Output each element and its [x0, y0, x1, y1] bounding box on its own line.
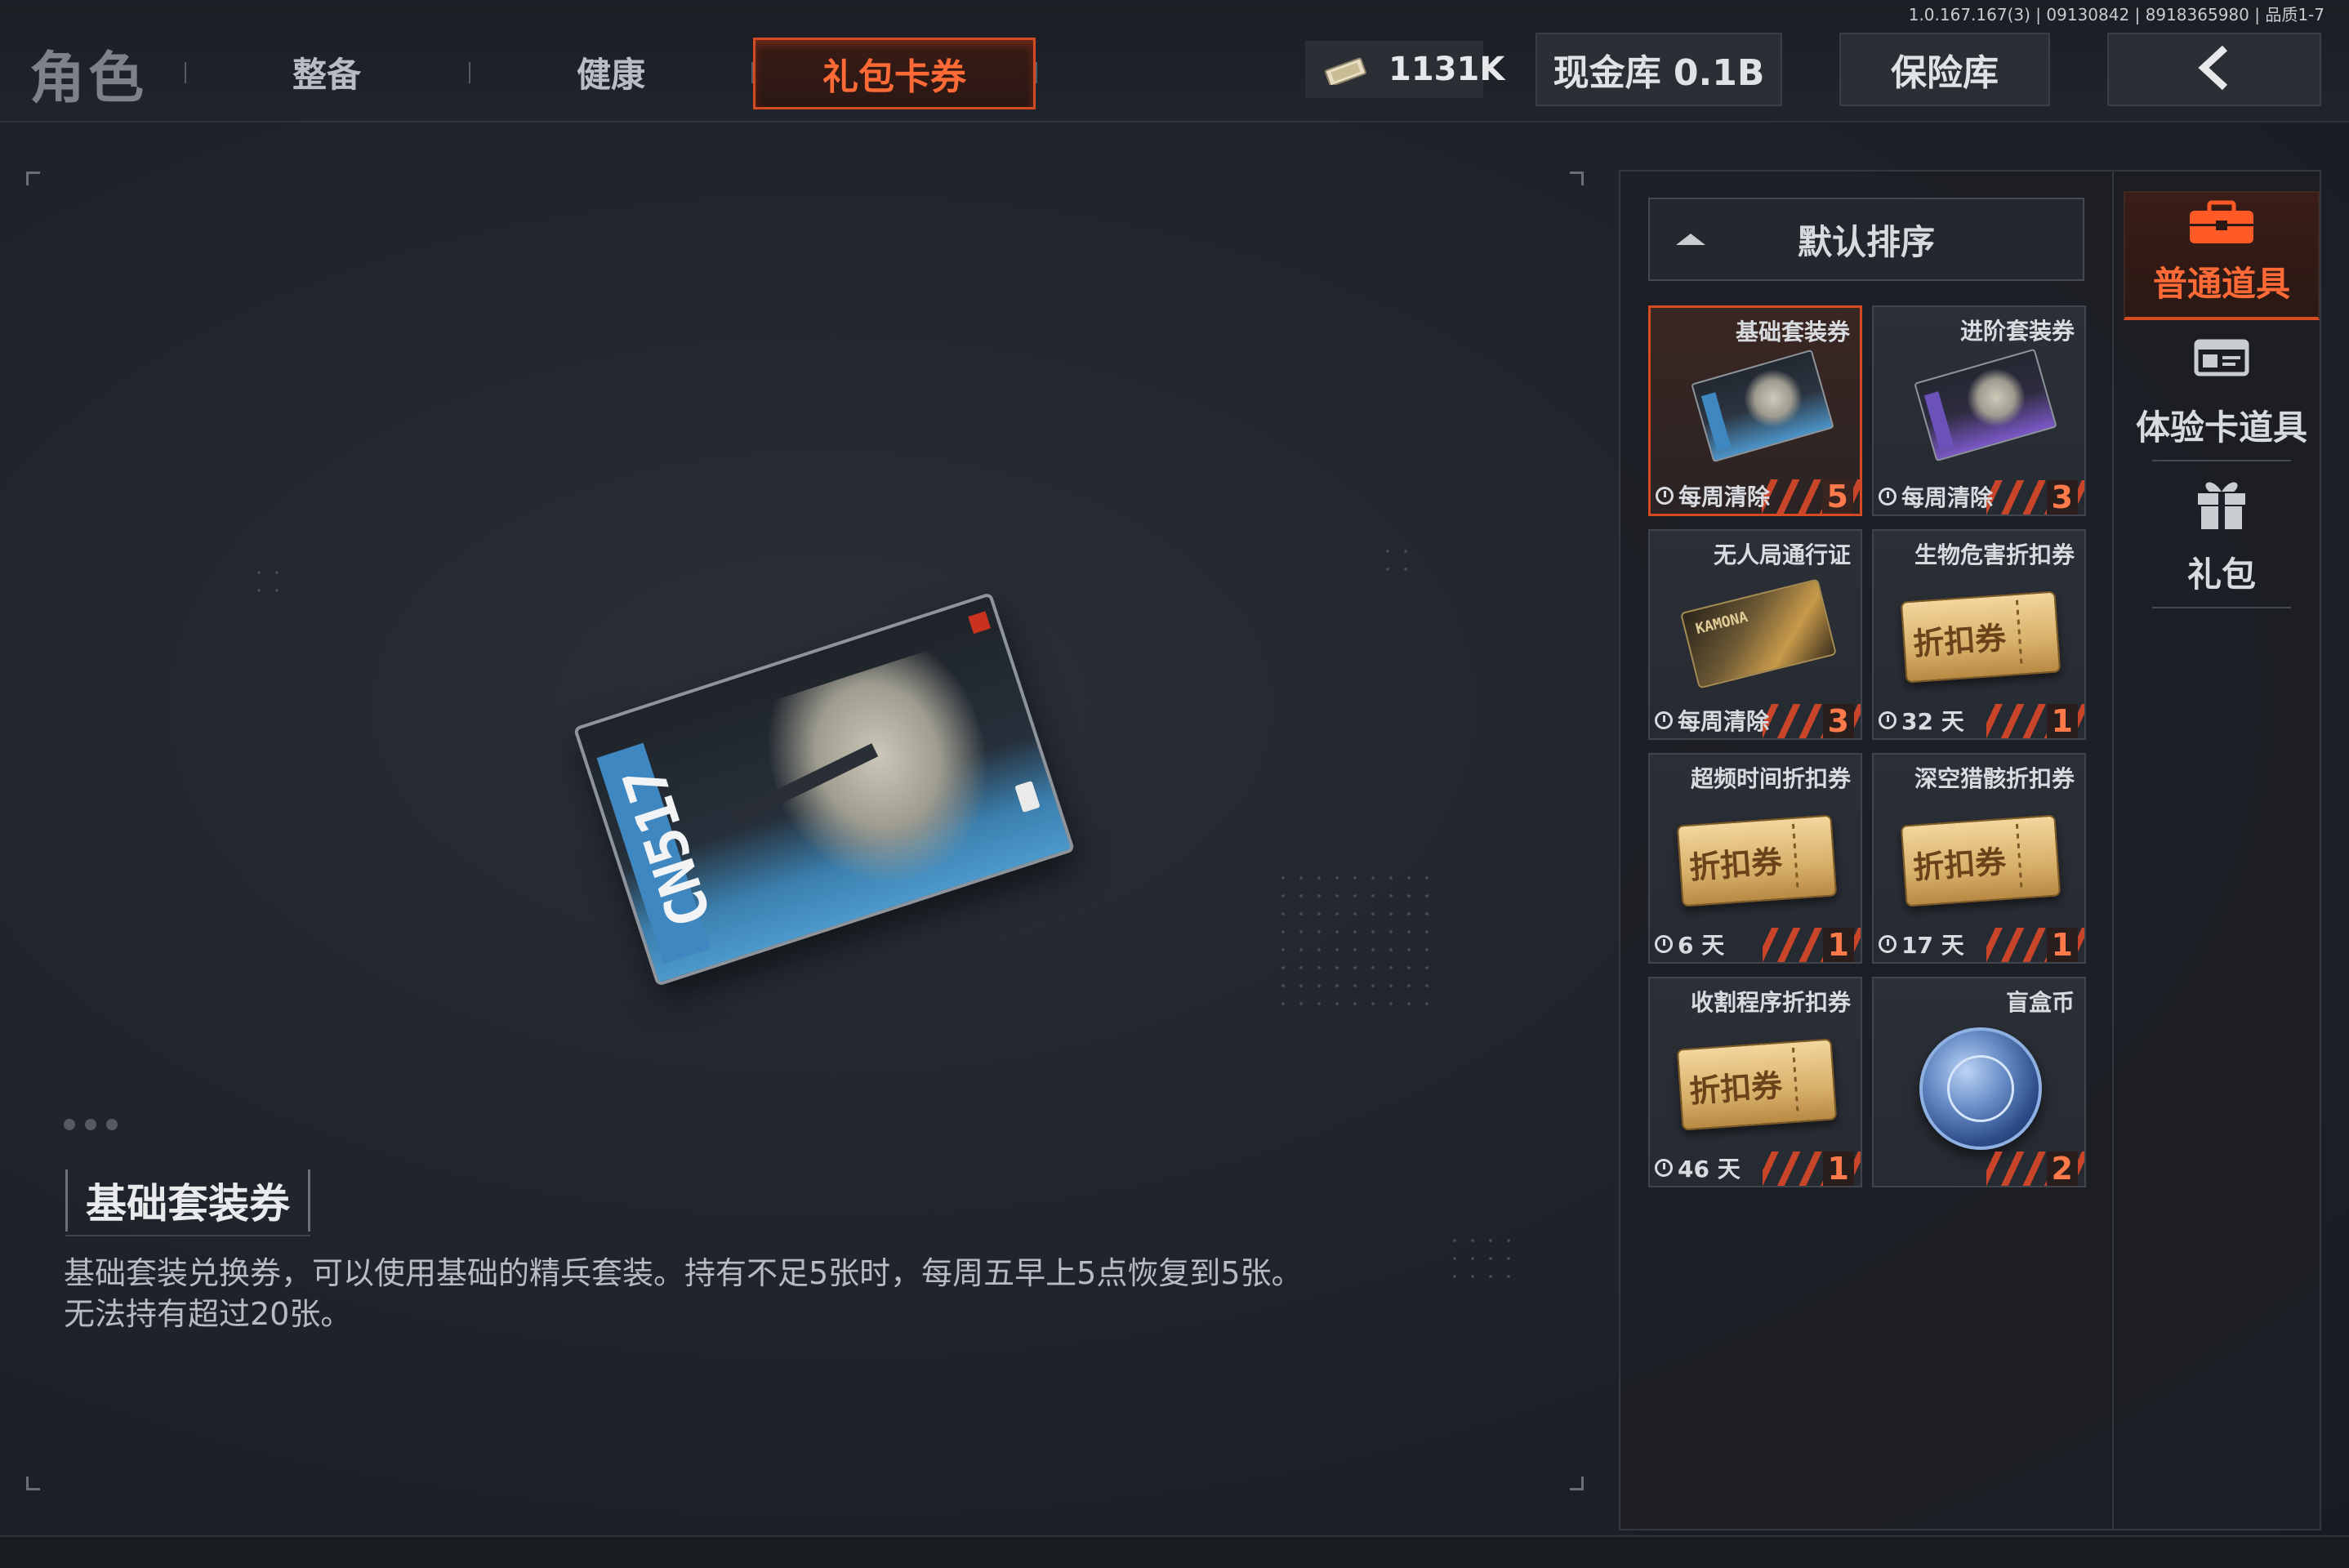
selected-item-description: 基础套装兑换券，可以使用基础的精兵套装。持有不足5张时，每周五早上5点恢复到5张…	[64, 1255, 1303, 1332]
item-slot-overclock-coupon[interactable]: 折扣券 超频时间折扣券 6 天 1	[1648, 753, 1862, 964]
clock-icon	[1879, 488, 1897, 506]
category-label: 体验卡道具	[2135, 408, 2307, 448]
corner-mark	[1570, 172, 1584, 185]
item-name: 超频时间折扣券	[1690, 765, 1851, 792]
decor-dots	[1274, 869, 1437, 1008]
tab-equip[interactable]: 整备	[292, 47, 361, 97]
card-tag	[1014, 780, 1041, 813]
category-underline	[2152, 460, 2291, 461]
category-label: 普通道具	[2152, 264, 2290, 304]
clock-icon	[1655, 711, 1673, 729]
clock-icon	[1655, 1159, 1673, 1177]
item-name: 进阶套装券	[1959, 318, 2075, 345]
coupon-ticket-icon: 折扣券	[1676, 1038, 1838, 1131]
clock-icon	[1879, 711, 1897, 729]
kit-card-icon	[1691, 349, 1834, 463]
pass-ticket-icon: KAMONA	[1679, 578, 1838, 689]
banknote-icon	[1322, 56, 1371, 87]
tab-gift-coupons[interactable]: 礼包卡券	[753, 38, 1036, 109]
item-count: 1	[1822, 928, 1854, 962]
pager-dots	[64, 1119, 118, 1130]
item-name: 盲盒币	[2005, 989, 2075, 1016]
tab-health[interactable]: 健康	[577, 47, 645, 97]
caret-up-icon	[1676, 234, 1705, 245]
item-slot-deep-space-coupon[interactable]: 折扣券 深空猎骸折扣券 17 天 1	[1872, 753, 2086, 964]
corner-mark	[26, 1477, 40, 1490]
decor-dots	[1446, 1232, 1518, 1289]
item-timer: 32 天	[1879, 704, 1964, 737]
coin-icon	[1919, 1027, 2042, 1150]
item-name: 基础套装券	[1735, 318, 1850, 345]
sort-label: 默认排序	[1797, 221, 1935, 262]
item-timer: 每周清除	[1879, 480, 1993, 513]
item-slot-blind-box-coin[interactable]: 盲盒币 2	[1872, 977, 2086, 1187]
card-red-mark	[968, 611, 992, 635]
item-slot-advanced-kit[interactable]: 进阶套装券 每周清除 3	[1872, 305, 2086, 516]
item-count: 3	[1822, 704, 1854, 738]
item-count: 3	[2046, 480, 2078, 514]
safe-button[interactable]: 保险库	[1839, 33, 2050, 106]
item-timer: 6 天	[1655, 928, 1724, 960]
version-text: 1.0.167.167(3) | 09130842 | 8918365980 |…	[1908, 5, 2324, 24]
tab-role[interactable]: 角色	[29, 33, 147, 114]
category-underline	[2152, 607, 2291, 608]
coupon-ticket-icon: 折扣券	[1900, 590, 2062, 684]
id-card-icon	[2193, 336, 2250, 382]
clock-icon	[1656, 487, 1674, 505]
item-count: 1	[2046, 928, 2078, 962]
currency-display: 1131K	[1305, 41, 1504, 98]
coupon-ticket-icon: 折扣券	[1676, 814, 1838, 907]
toolbox-icon	[2185, 199, 2258, 252]
tab-separator	[1036, 62, 1037, 83]
item-timer: 每周清除	[1656, 479, 1770, 512]
tab-separator	[469, 62, 470, 83]
corner-mark	[26, 172, 40, 185]
category-tab-gift-packs[interactable]: 礼包	[2124, 472, 2320, 611]
corner-mark	[1570, 1477, 1584, 1490]
category-tab-trial-cards[interactable]: 体验卡道具	[2124, 336, 2320, 467]
chevron-left-icon	[2194, 45, 2235, 94]
gift-icon	[2191, 472, 2252, 536]
item-name: 生物危害折扣券	[1914, 541, 2075, 568]
item-slot-harvest-coupon[interactable]: 折扣券 收割程序折扣券 46 天 1	[1648, 977, 1862, 1187]
item-slot-no-man-pass[interactable]: KAMONA 无人局通行证 每周清除 3	[1648, 529, 1862, 740]
item-count: 1	[2046, 704, 2078, 738]
top-bar: 1.0.167.167(3) | 09130842 | 8918365980 |…	[0, 0, 2349, 122]
item-name-underline	[65, 1235, 310, 1236]
item-name: 深空猎骸折扣券	[1914, 765, 2075, 792]
panel-divider	[2112, 172, 2114, 1529]
item-count: 1	[1822, 1152, 1854, 1186]
category-label: 礼包	[2186, 555, 2256, 595]
currency-value: 1131K	[1388, 51, 1505, 88]
sort-dropdown[interactable]: 默认排序	[1648, 198, 2084, 281]
item-timer: 17 天	[1879, 928, 1964, 960]
decor-dots	[250, 564, 286, 599]
decor-dots	[1379, 542, 1415, 578]
item-timer: 46 天	[1655, 1152, 1741, 1184]
item-count: 2	[2046, 1152, 2078, 1186]
clock-icon	[1879, 935, 1897, 953]
clock-icon	[1655, 935, 1673, 953]
selected-item-name: 基础套装券	[65, 1169, 310, 1232]
item-slot-biohazard-coupon[interactable]: 折扣券 生物危害折扣券 32 天 1	[1872, 529, 2086, 740]
back-button[interactable]	[2107, 33, 2321, 106]
bottom-bar	[0, 1537, 2349, 1568]
tab-separator	[185, 62, 186, 83]
item-name: 收割程序折扣券	[1690, 989, 1851, 1016]
soldier-illustration	[750, 642, 1018, 911]
item-count: 5	[1821, 479, 1853, 514]
item-name: 无人局通行证	[1713, 541, 1851, 568]
cash-vault-button[interactable]: 现金库 0.1B	[1536, 33, 1782, 106]
kit-card-icon	[1914, 348, 2057, 462]
coupon-ticket-icon: 折扣券	[1900, 814, 2062, 907]
item-slot-basic-kit[interactable]: 基础套装券 每周清除 5	[1648, 305, 1862, 516]
category-tab-normal-items[interactable]: 普通道具	[2124, 191, 2320, 320]
item-timer: 每周清除	[1655, 704, 1769, 737]
